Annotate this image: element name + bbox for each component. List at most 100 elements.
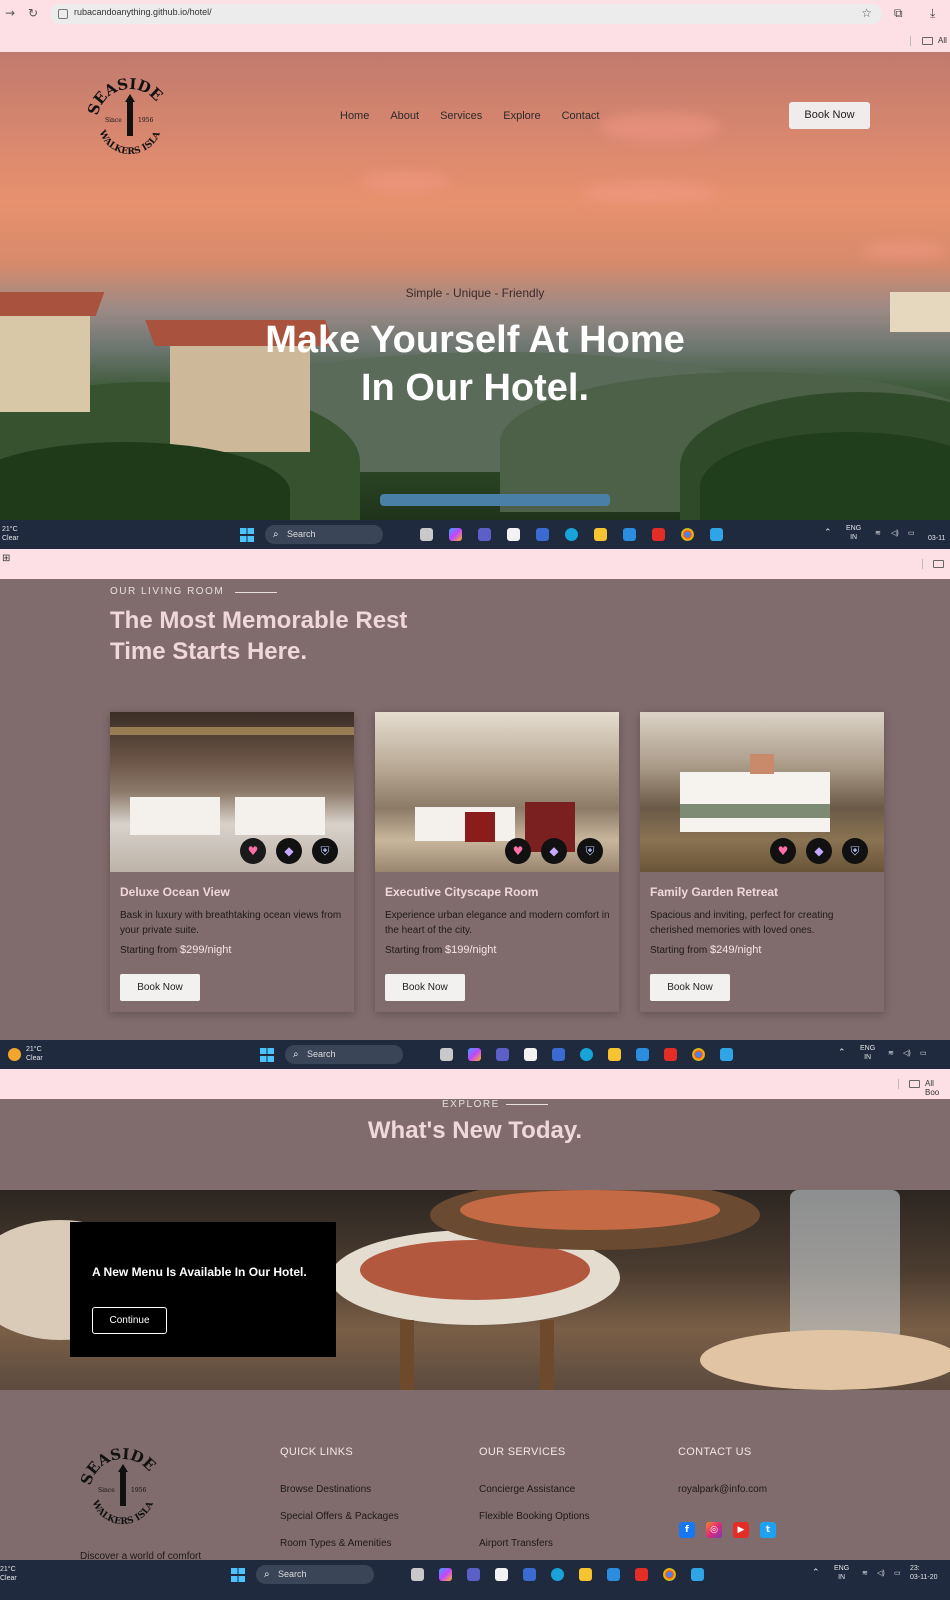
whiteboard-icon[interactable] xyxy=(523,1568,536,1581)
language-indicator[interactable]: ENG IN xyxy=(846,524,861,542)
teams-icon[interactable] xyxy=(478,528,491,541)
clock[interactable]: 23: 03-11-20 xyxy=(910,1564,938,1582)
youtube-app-icon[interactable] xyxy=(635,1568,648,1581)
store-icon[interactable] xyxy=(524,1048,537,1061)
chevron-up-icon[interactable]: ⌃ xyxy=(824,528,832,537)
book-now-button[interactable]: Book Now xyxy=(789,102,870,129)
wifi-icon[interactable]: ≋ xyxy=(862,1569,868,1578)
weather-widget[interactable]: 21°C Clear xyxy=(0,1565,17,1583)
windows-start-icon[interactable] xyxy=(260,1048,274,1062)
taskbar-search[interactable]: ⌕ Search xyxy=(256,1565,374,1584)
battery-icon[interactable]: ▭ xyxy=(908,529,915,538)
footer-link-booking[interactable]: Flexible Booking Options xyxy=(479,1511,590,1522)
paint-bucket-icon[interactable]: ◆ xyxy=(806,838,832,864)
paint-bucket-icon[interactable]: ◆ xyxy=(541,838,567,864)
heart-icon[interactable]: ♥ xyxy=(505,838,531,864)
address-bar[interactable]: rubacandoanything.github.io/hotel/ ☆ xyxy=(50,4,882,24)
chevron-up-icon[interactable]: ⌃ xyxy=(812,1568,820,1577)
nav-explore[interactable]: Explore xyxy=(503,110,540,122)
nav-home[interactable]: Home xyxy=(340,110,369,122)
paint-bucket-icon[interactable]: ◆ xyxy=(276,838,302,864)
edge-icon[interactable] xyxy=(565,528,578,541)
star-icon[interactable]: ☆ xyxy=(861,6,872,20)
heart-icon[interactable]: ♥ xyxy=(240,838,266,864)
shield-icon[interactable]: ⛨ xyxy=(842,838,868,864)
nav-about[interactable]: About xyxy=(390,110,419,122)
language-indicator[interactable]: ENG IN xyxy=(860,1044,875,1062)
wifi-icon[interactable]: ≋ xyxy=(888,1049,894,1058)
whiteboard-icon[interactable] xyxy=(552,1048,565,1061)
extensions-icon[interactable]: ⧉ xyxy=(894,6,903,21)
file-explorer-icon[interactable] xyxy=(579,1568,592,1581)
footer-link-room-types[interactable]: Room Types & Amenities xyxy=(280,1538,392,1549)
photos-icon[interactable] xyxy=(720,1048,733,1061)
nav-contact[interactable]: Contact xyxy=(562,110,600,122)
back-arrow-icon[interactable]: → xyxy=(5,6,15,20)
footer-link-destinations[interactable]: Browse Destinations xyxy=(280,1484,371,1495)
chevron-up-icon[interactable]: ⌃ xyxy=(838,1048,846,1057)
task-view-icon[interactable] xyxy=(411,1568,424,1581)
room-book-button[interactable]: Book Now xyxy=(120,974,200,1001)
taskbar-search[interactable]: ⌕ Search xyxy=(285,1045,403,1064)
teams-icon[interactable] xyxy=(467,1568,480,1581)
instagram-icon[interactable]: ◎ xyxy=(706,1522,722,1538)
room-book-button[interactable]: Book Now xyxy=(385,974,465,1001)
footer-link-offers[interactable]: Special Offers & Packages xyxy=(280,1511,399,1522)
all-bookmarks-label[interactable]: All Boo xyxy=(925,1079,950,1097)
weather-widget[interactable]: 21°C Clear xyxy=(2,525,19,543)
all-bookmarks-label[interactable]: All xyxy=(938,36,947,45)
whiteboard-icon[interactable] xyxy=(536,528,549,541)
site-settings-icon[interactable] xyxy=(58,9,68,19)
shield-icon[interactable]: ⛨ xyxy=(312,838,338,864)
volume-icon[interactable]: ◁) xyxy=(903,1049,911,1058)
vscode-icon[interactable] xyxy=(607,1568,620,1581)
youtube-app-icon[interactable] xyxy=(652,528,665,541)
file-explorer-icon[interactable] xyxy=(608,1048,621,1061)
hotel-logo[interactable]: SEASIDE WALKERS ISLAND, NC Since 1956 xyxy=(81,65,175,162)
folder-icon[interactable] xyxy=(922,37,933,45)
footer-logo[interactable]: SEASIDE WALKERS ISLAND, NC Since 1956 xyxy=(74,1435,168,1532)
apps-grid-icon[interactable]: ⊞ xyxy=(2,553,10,564)
chrome-icon[interactable] xyxy=(681,528,694,541)
youtube-app-icon[interactable] xyxy=(664,1048,677,1061)
language-indicator[interactable]: ENG IN xyxy=(834,1564,849,1582)
file-explorer-icon[interactable] xyxy=(594,528,607,541)
photos-icon[interactable] xyxy=(691,1568,704,1581)
contact-email[interactable]: royalpark@info.com xyxy=(678,1484,767,1495)
chrome-icon[interactable] xyxy=(692,1048,705,1061)
wifi-icon[interactable]: ≋ xyxy=(875,529,881,538)
battery-icon[interactable]: ▭ xyxy=(894,1569,901,1578)
copilot-icon[interactable] xyxy=(468,1048,481,1061)
store-icon[interactable] xyxy=(495,1568,508,1581)
vscode-icon[interactable] xyxy=(636,1048,649,1061)
room-book-button[interactable]: Book Now xyxy=(650,974,730,1001)
edge-icon[interactable] xyxy=(551,1568,564,1581)
reload-icon[interactable]: ↻ xyxy=(28,6,38,20)
photos-icon[interactable] xyxy=(710,528,723,541)
edge-icon[interactable] xyxy=(580,1048,593,1061)
youtube-icon[interactable]: ▶ xyxy=(733,1522,749,1538)
continue-button[interactable]: Continue xyxy=(92,1307,167,1334)
weather-widget[interactable]: 21°C Clear xyxy=(26,1045,43,1063)
folder-icon[interactable] xyxy=(909,1080,920,1088)
taskbar-search[interactable]: ⌕ Search xyxy=(265,525,383,544)
download-icon[interactable]: ⤓ xyxy=(930,6,935,21)
battery-icon[interactable]: ▭ xyxy=(920,1049,927,1058)
copilot-icon[interactable] xyxy=(439,1568,452,1581)
footer-link-airport[interactable]: Airport Transfers xyxy=(479,1538,553,1549)
teams-icon[interactable] xyxy=(496,1048,509,1061)
facebook-icon[interactable]: f xyxy=(679,1522,695,1538)
nav-services[interactable]: Services xyxy=(440,110,482,122)
footer-link-concierge[interactable]: Concierge Assistance xyxy=(479,1484,575,1495)
windows-start-icon[interactable] xyxy=(231,1568,245,1582)
heart-icon[interactable]: ♥ xyxy=(770,838,796,864)
task-view-icon[interactable] xyxy=(420,528,433,541)
shield-icon[interactable]: ⛨ xyxy=(577,838,603,864)
windows-start-icon[interactable] xyxy=(240,528,254,542)
task-view-icon[interactable] xyxy=(440,1048,453,1061)
clock-text[interactable]: 03-11 xyxy=(928,534,945,543)
store-icon[interactable] xyxy=(507,528,520,541)
folder-icon[interactable] xyxy=(933,560,944,568)
copilot-icon[interactable] xyxy=(449,528,462,541)
volume-icon[interactable]: ◁) xyxy=(891,529,899,538)
